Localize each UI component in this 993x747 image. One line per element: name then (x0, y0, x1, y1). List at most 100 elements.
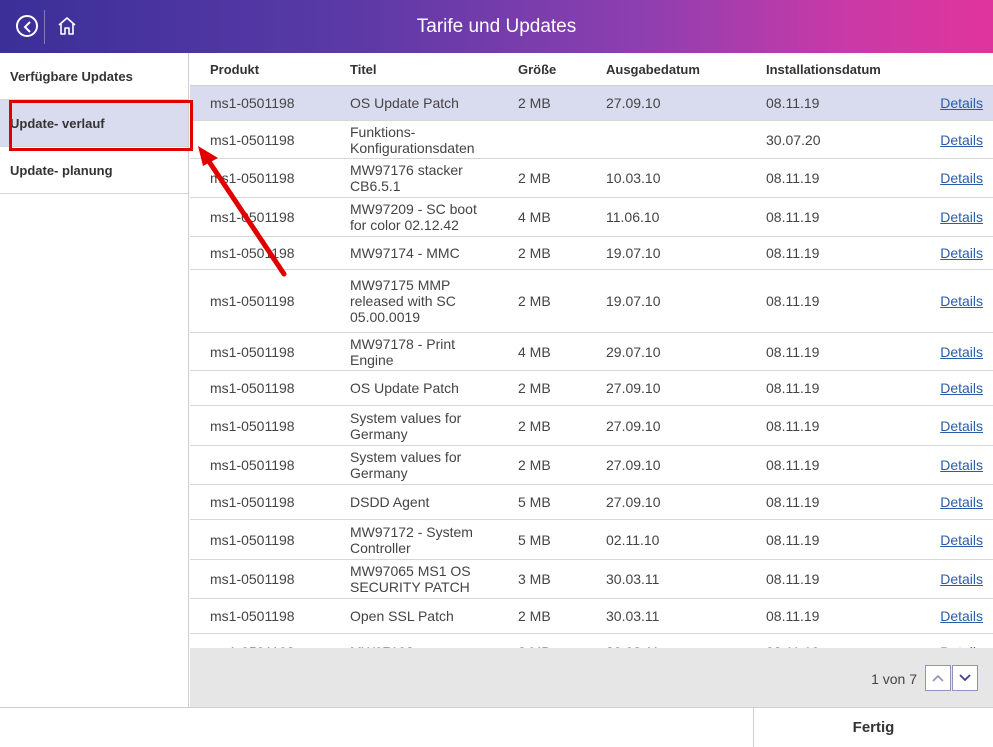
cell-product: ms1-0501198 (210, 293, 295, 309)
cell-issue-date: 27.09.10 (606, 417, 661, 434)
table-row[interactable]: ms1-0501198 System values for Germany 2 MB… (190, 406, 993, 446)
table-row[interactable]: ms1-0501198 MW97172 - System Controller 5 … (190, 520, 993, 560)
cell-install-date: 08.11.19 (766, 343, 820, 360)
details-link[interactable]: Details (910, 333, 983, 370)
page-indicator: 1 von 7 (871, 671, 917, 687)
cell-product: ms1-0501198 (210, 245, 295, 261)
table-row[interactable]: ms1-0501198 System values for Germany 2 MB… (190, 446, 993, 485)
table-row[interactable]: ms1-0501198 Funktions- Konfigurationsdate… (190, 121, 993, 159)
details-link[interactable]: Details (910, 634, 983, 649)
cell-size: 4 MB (518, 343, 551, 360)
bottom-bar: Fertig (0, 707, 993, 747)
updates-table: Produkt Titel Größe Ausgabedatum Install… (190, 53, 993, 707)
table-row[interactable]: ms1-0501198 OS Update Patch 2 MB 27.09.10 08… (190, 371, 993, 406)
table-row[interactable]: ms1-0501198 MW97176 stacker CB6.5.1 2 MB 10… (190, 159, 993, 198)
details-link[interactable]: Details (910, 270, 983, 332)
sidebar-item-update-planning[interactable]: Update- planung (0, 147, 188, 194)
chevron-up-icon (932, 674, 944, 682)
cell-issue-date: 19.07.10 (606, 245, 661, 261)
details-link[interactable]: Details (910, 485, 983, 519)
cell-size: 5 MB (518, 531, 551, 548)
column-header-product: Produkt (210, 62, 260, 77)
cell-issue-date: 27.09.10 (606, 95, 661, 111)
table-row[interactable]: ms1-0501198 DSDD Agent 5 MB 27.09.10 08.11.1… (190, 485, 993, 520)
cell-install-date: 08.11.19 (766, 494, 820, 510)
chevron-down-icon (959, 674, 971, 682)
details-link[interactable]: Details (910, 599, 983, 633)
cell-title: MW97176 stacker CB6.5.1 (350, 162, 463, 194)
cell-issue-date: 30.03.11 (606, 608, 660, 624)
details-link[interactable]: Details (910, 159, 983, 197)
cell-size: 2 MB (518, 95, 551, 111)
cell-install-date: 08.11.19 (766, 170, 820, 186)
column-header-issue-date: Ausgabedatum (606, 62, 700, 77)
cell-product: ms1-0501198 (210, 457, 295, 473)
table-row[interactable]: ms1-0501198 MW97193_ 2 MB 30.03.11 08.11.19 D… (190, 634, 993, 648)
cell-title: MW97193_ (350, 634, 510, 649)
cell-product: ms1-0501198 (210, 343, 295, 360)
cell-install-date: 08.11.19 (766, 457, 820, 473)
table-row[interactable]: ms1-0501198 OS Update Patch 2 MB 27.09.10 08… (190, 86, 993, 121)
table-row[interactable]: ms1-0501198 MW97174 - MMC 2 MB 19.07.10 08.1… (190, 237, 993, 270)
page-title: Tarife und Updates (416, 16, 577, 37)
details-link[interactable]: Details (910, 446, 983, 484)
sidebar-item-available-updates[interactable]: Verfügbare Updates (0, 53, 188, 100)
cell-install-date: 30.07.20 (766, 131, 821, 148)
cell-title: MW97178 - Print Engine (350, 335, 456, 368)
cell-install-date: 08.11.19 (766, 571, 820, 587)
table-row[interactable]: ms1-0501198 MW97209 - SC boot for color 0… (190, 198, 993, 237)
table-row[interactable]: ms1-0501198 MW97175 MMP released with SC … (190, 270, 993, 333)
details-link[interactable]: Details (910, 406, 983, 445)
cell-title: MW97174 - MMC (350, 245, 460, 261)
cell-product: ms1-0501198 (210, 131, 295, 148)
cell-title: OS Update Patch (350, 380, 459, 396)
cell-size (518, 121, 578, 158)
cell-install-date: 08.11.19 (766, 293, 820, 309)
table-row[interactable]: ms1-0501198 MW97065 MS1 OS SECURITY PATCH… (190, 560, 993, 599)
cell-size: 2 MB (518, 170, 551, 186)
details-link[interactable]: Details (910, 237, 983, 269)
cell-size: 2 MB (518, 634, 578, 649)
page-down-button[interactable] (952, 665, 978, 691)
table-header: Produkt Titel Größe Ausgabedatum Install… (190, 53, 993, 86)
cell-install-date: 08.11.19 (766, 380, 820, 396)
page-up-button[interactable] (925, 665, 951, 691)
cell-title: MW97065 MS1 OS SECURITY PATCH (350, 563, 471, 595)
details-link[interactable]: Details (910, 86, 983, 120)
cell-product: ms1-0501198 (210, 417, 295, 434)
table-body[interactable]: ms1-0501198 OS Update Patch 2 MB 27.09.10 08… (190, 86, 993, 648)
table-footer: 1 von 7 (190, 648, 993, 707)
done-button[interactable]: Fertig (754, 708, 993, 747)
cell-issue-date: 30.03.11 (606, 571, 660, 587)
cell-issue-date: 19.07.10 (606, 293, 661, 309)
details-link[interactable]: Details (910, 198, 983, 236)
cell-install-date: 08.11.19 (766, 245, 820, 261)
cell-title: System values for Germany (350, 449, 462, 481)
table-row[interactable]: ms1-0501198 Open SSL Patch 2 MB 30.03.11 08.… (190, 599, 993, 634)
cell-product: ms1-0501198 (210, 531, 295, 548)
table-row[interactable]: ms1-0501198 MW97178 - Print Engine 4 MB 29.… (190, 333, 993, 371)
cell-install-date: 08.11.19 (766, 531, 820, 548)
cell-product: ms1-0501198 (210, 494, 295, 510)
cell-issue-date: 29.07.10 (606, 343, 661, 360)
column-header-size: Größe (518, 62, 557, 77)
cell-title: MW97209 - SC boot for color 02.12.42 (350, 201, 477, 233)
details-link[interactable]: Details (910, 371, 983, 405)
cell-product: ms1-0501198 (210, 170, 295, 186)
cell-install-date: 08.11.19 (766, 608, 820, 624)
cell-product: ms1-0501198 (210, 209, 295, 225)
cell-size: 2 MB (518, 417, 551, 434)
cell-title: OS Update Patch (350, 95, 459, 111)
details-link[interactable]: Details (910, 560, 983, 598)
details-link[interactable]: Details (910, 520, 983, 559)
cell-issue-date: 30.03.11 (606, 634, 726, 649)
cell-title: MW97175 MMP released with SC 05.00.0019 (350, 277, 456, 325)
sidebar: Verfügbare Updates Update- verlauf Updat… (0, 53, 189, 707)
details-link[interactable]: Details (910, 121, 983, 158)
cell-product: ms1-0501198 (210, 380, 295, 396)
cell-issue-date: 27.09.10 (606, 457, 661, 473)
cell-issue-date: 27.09.10 (606, 494, 661, 510)
cell-issue-date: 02.11.10 (606, 531, 660, 548)
cell-size: 2 MB (518, 380, 551, 396)
cell-install-date: 08.11.19 (766, 417, 820, 434)
